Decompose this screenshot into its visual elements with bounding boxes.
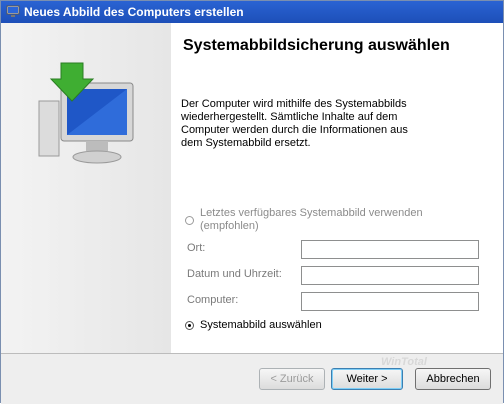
radio-select-indicator[interactable] — [185, 321, 194, 330]
side-panel — [1, 23, 171, 353]
location-label: Ort: — [187, 242, 206, 254]
datetime-label: Datum und Uhrzeit: — [187, 268, 282, 280]
window-title: Neues Abbild des Computers erstellen — [24, 5, 244, 19]
wintotal-watermark: WinTotal — [381, 356, 427, 368]
computer-restore-illustration — [38, 62, 134, 164]
computer-label: Computer: — [187, 294, 239, 306]
wizard-content: Systemabbildsicherung auswählen Der Comp… — [171, 23, 503, 353]
radio-latest-indicator[interactable] — [185, 216, 194, 225]
page-heading: Systemabbildsicherung auswählen — [183, 37, 450, 54]
page-description: Der Computer wird mithilfe des Systemabb… — [181, 98, 408, 149]
computer-field — [301, 292, 479, 311]
location-field — [301, 240, 479, 259]
cancel-button[interactable]: Abbrechen — [415, 368, 491, 390]
button-bar: WinTotal < Zurück Weiter > Abbrechen — [1, 353, 503, 404]
title-bar[interactable]: Neues Abbild des Computers erstellen — [1, 1, 503, 23]
radio-select-label: Systemabbild auswählen — [200, 319, 322, 331]
computer-restore-icon — [6, 5, 20, 17]
datetime-field — [301, 266, 479, 285]
next-button[interactable]: Weiter > — [331, 368, 403, 390]
back-button[interactable]: < Zurück — [259, 368, 325, 390]
wizard-window: Neues Abbild des Computers erstellen Sys… — [0, 0, 504, 404]
radio-latest-label: Letztes verfügbares Systemabbild verwend… — [200, 207, 423, 232]
